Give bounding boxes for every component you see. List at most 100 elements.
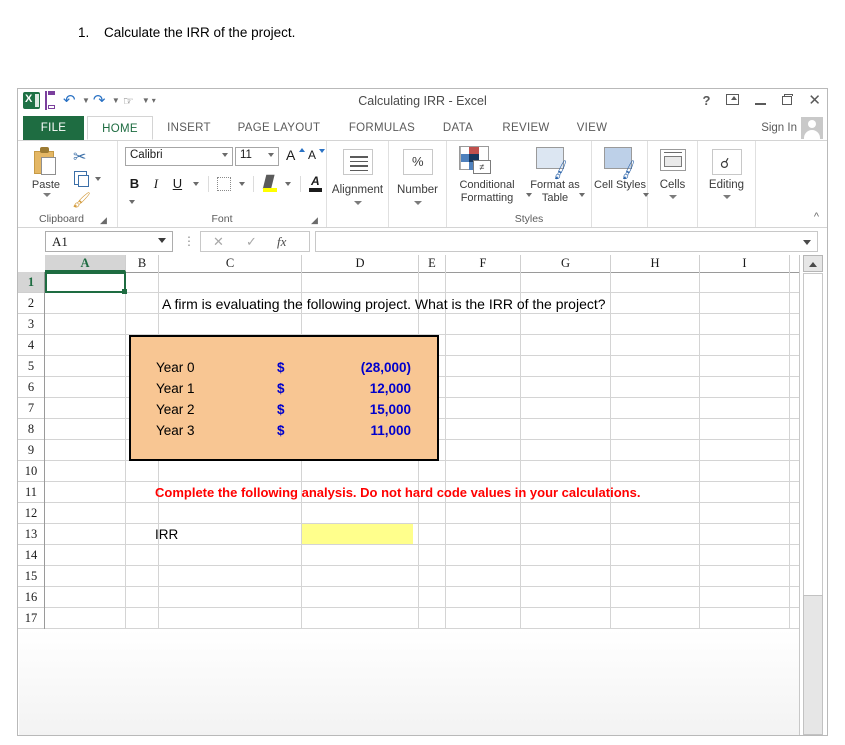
grid-cell[interactable] [521,377,611,398]
grid-cell[interactable] [45,524,126,545]
tab-formulas[interactable]: FORMULAS [338,116,426,140]
grid-cell[interactable] [611,335,700,356]
grid-cell[interactable] [446,398,521,419]
alignment-label[interactable]: Alignment [327,184,388,196]
help-button[interactable]: ? [702,91,710,111]
copy-dropdown-icon[interactable] [95,177,101,181]
number-label[interactable]: Number [389,184,446,196]
grid-cell[interactable] [446,545,521,566]
grid-cell[interactable] [126,314,159,335]
grid-cell[interactable] [126,587,159,608]
row-header-6[interactable]: 6 [18,377,44,398]
grid-cell[interactable] [700,608,790,629]
grid-cell[interactable] [521,566,611,587]
grid-cell[interactable] [302,503,419,524]
grid-cell[interactable] [159,524,302,545]
grid-cell[interactable] [302,608,419,629]
name-box[interactable]: A1 [45,231,173,252]
grid-cell[interactable] [700,482,790,503]
grid-cell[interactable] [45,356,126,377]
avatar[interactable] [801,117,823,139]
italic-button[interactable]: I [147,176,164,192]
grid-cell[interactable] [611,356,700,377]
grid-cell[interactable] [611,314,700,335]
font-dialog-launcher[interactable]: ◢ [311,215,320,224]
grid-cell[interactable] [700,440,790,461]
grid-cell[interactable] [700,566,790,587]
editing-icon[interactable]: ☌ [712,149,742,175]
grid-cell[interactable] [611,419,700,440]
grid-cell[interactable] [126,503,159,524]
clipboard-dialog-launcher[interactable]: ◢ [100,215,109,224]
row-header-5[interactable]: 5 [18,356,44,377]
grid-cell[interactable] [446,440,521,461]
grid-cell[interactable] [521,545,611,566]
grid-cell[interactable] [700,356,790,377]
vertical-scrollbar[interactable] [799,255,827,735]
grid-cell[interactable] [790,608,799,629]
grid-cell[interactable] [302,314,419,335]
grid-cell[interactable] [45,293,126,314]
grid-cell[interactable] [790,503,799,524]
column-header-c[interactable]: C [159,255,302,272]
alignment-dropdown-icon[interactable] [354,201,362,205]
grid-cell[interactable] [45,503,126,524]
grid-cell[interactable] [521,272,611,293]
grid-cell[interactable] [446,566,521,587]
format-as-table-label[interactable]: Format as Table [525,179,585,205]
grid-cell[interactable] [126,461,159,482]
alignment-icon[interactable] [343,149,373,175]
grid-cell[interactable] [521,503,611,524]
row-header-7[interactable]: 7 [18,398,44,419]
grid-cell[interactable] [419,587,446,608]
grid-cell[interactable] [790,335,799,356]
grid-cell[interactable] [446,503,521,524]
grid-cell[interactable] [45,461,126,482]
formula-input[interactable] [315,231,818,252]
row-header-3[interactable]: 3 [18,314,44,335]
grid-cell[interactable] [611,293,700,314]
grid-cell[interactable] [419,272,446,293]
column-header-a[interactable]: A [45,255,126,272]
grid-cell[interactable] [45,419,126,440]
row-header-15[interactable]: 15 [18,566,44,587]
grid-cell[interactable] [700,377,790,398]
paste-label[interactable]: Paste [26,179,66,191]
grid-cell[interactable] [159,566,302,587]
cell-styles-label[interactable]: Cell Styles [592,179,648,192]
grid-cell[interactable] [159,587,302,608]
grid-cell[interactable] [159,503,302,524]
grid-cell[interactable] [45,440,126,461]
grid-cell[interactable] [419,314,446,335]
grid-cell[interactable] [45,314,126,335]
grid-cell[interactable] [159,608,302,629]
grid-cell[interactable] [521,356,611,377]
grid-cell[interactable] [700,587,790,608]
underline-dropdown-icon[interactable] [193,182,199,186]
grid-cell[interactable] [611,503,700,524]
borders-dropdown-icon[interactable] [239,182,245,186]
grid-cell[interactable] [302,545,419,566]
underline-button[interactable]: U [169,176,186,191]
paste-dropdown-icon[interactable] [43,193,51,197]
row-header-4[interactable]: 4 [18,335,44,356]
grid-cell[interactable] [700,524,790,545]
row-header-14[interactable]: 14 [18,545,44,566]
conditional-formatting-icon[interactable]: ≠ [459,146,493,176]
grid-cell[interactable] [446,461,521,482]
grid-cell[interactable] [419,503,446,524]
grid-cell[interactable] [302,272,419,293]
grid-cell[interactable] [700,545,790,566]
editing-dropdown-icon[interactable] [723,195,731,199]
column-header-f[interactable]: F [446,255,521,272]
grid-cell[interactable] [700,272,790,293]
format-painter-icon[interactable]: 🖌 [72,191,91,209]
grid-cell[interactable] [790,461,799,482]
cut-icon[interactable]: ✂ [73,147,86,167]
grid-cell[interactable] [45,566,126,587]
decrease-font-size-icon[interactable]: A [308,148,316,162]
format-as-table-dropdown-icon[interactable] [579,193,585,197]
grid-cell[interactable] [521,461,611,482]
grid-cell[interactable] [790,482,799,503]
grid-cell[interactable] [521,335,611,356]
